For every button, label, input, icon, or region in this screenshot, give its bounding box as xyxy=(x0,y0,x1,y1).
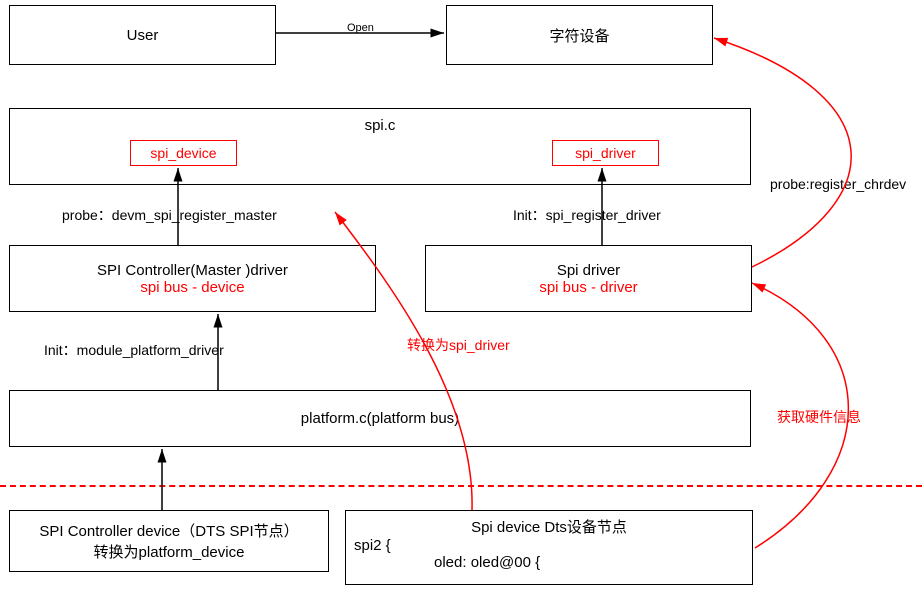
dts-device-line1: Spi device Dts设备节点 xyxy=(471,519,627,536)
dts-spi-line1: SPI Controller device（DTS SPI节点） xyxy=(39,520,298,541)
controller-driver-box: SPI Controller(Master )driver spi bus - … xyxy=(9,245,376,312)
user-label: User xyxy=(127,27,159,44)
driver-line2: spi bus - driver xyxy=(539,279,637,296)
open-label: Open xyxy=(347,22,374,34)
init-module-label: Init：module_platform_driver xyxy=(44,340,224,360)
convert-driver-label: 转换为spi_driver xyxy=(407,335,510,355)
dts-spi-box: SPI Controller device（DTS SPI节点） 转换为plat… xyxy=(9,510,329,572)
chardev-box: 字符设备 xyxy=(446,5,713,65)
platform-label: platform.c(platform bus) xyxy=(301,410,459,427)
probe-master-label: probe：devm_spi_register_master xyxy=(62,205,277,225)
controller-driver-line1: SPI Controller(Master )driver xyxy=(97,262,288,279)
spi-device-label: spi_device xyxy=(150,145,216,161)
probe-chrdev-label: probe:register_chrdev xyxy=(770,176,906,192)
driver-line1: Spi driver xyxy=(557,262,620,279)
spi-driver-driver-box: Spi driver spi bus - driver xyxy=(425,245,752,312)
dts-spi-line2: 转换为platform_device xyxy=(94,541,245,562)
layer-divider xyxy=(0,485,922,487)
dts-device-box: Spi device Dts设备节点 spi2 { oled: oled@00 … xyxy=(345,510,753,585)
chardev-label: 字符设备 xyxy=(549,25,609,46)
spi-device-box: spi_device xyxy=(130,140,237,166)
get-hw-label: 获取硬件信息 xyxy=(777,407,861,427)
init-driver-label: Init：spi_register_driver xyxy=(513,205,661,225)
spi-driver-box: spi_driver xyxy=(552,140,659,166)
controller-driver-line2: spi bus - device xyxy=(140,279,244,296)
spi-driver-label: spi_driver xyxy=(575,145,636,161)
spic-label: spi.c xyxy=(365,117,396,134)
dts-device-line3: oled: oled@00 { xyxy=(434,554,540,571)
platform-box: platform.c(platform bus) xyxy=(9,390,751,447)
dts-device-line2: spi2 { xyxy=(354,537,391,554)
user-box: User xyxy=(9,5,276,65)
